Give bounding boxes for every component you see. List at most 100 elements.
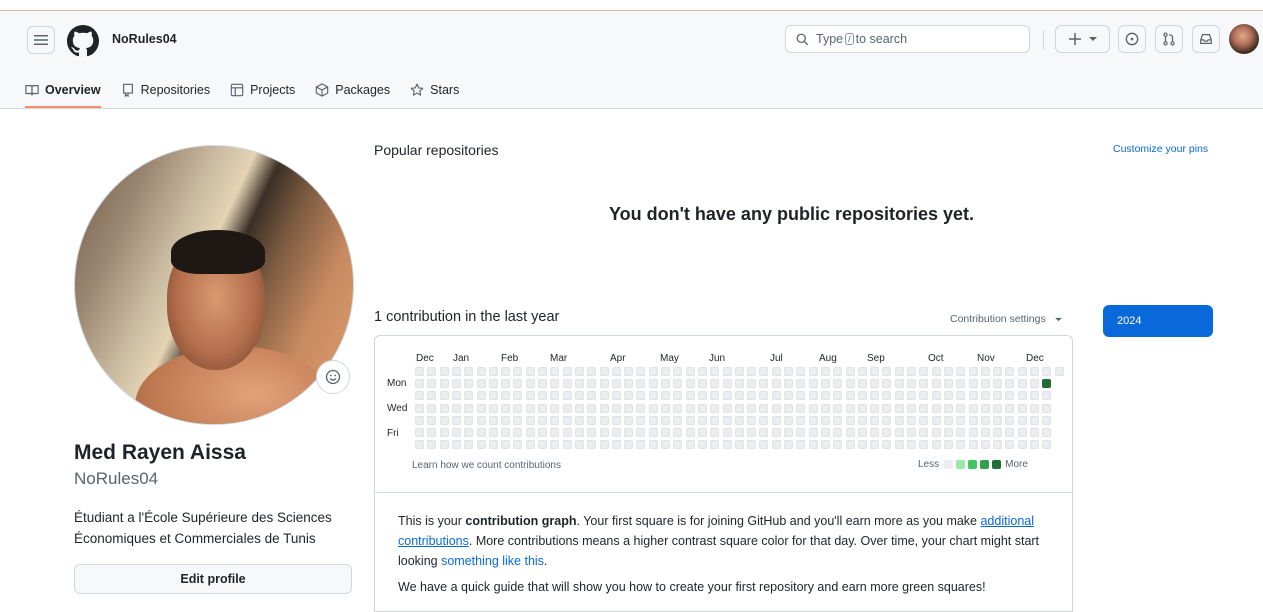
contribution-day-cell[interactable]	[1005, 428, 1015, 437]
contribution-day-cell[interactable]	[415, 403, 424, 413]
contribution-day-cell[interactable]	[710, 415, 720, 425]
contribution-day-cell[interactable]	[747, 391, 757, 401]
contribution-day-cell[interactable]	[857, 428, 867, 437]
contribution-day-cell[interactable]	[845, 403, 855, 413]
contribution-day-cell[interactable]	[980, 415, 990, 425]
contribution-day-cell[interactable]	[820, 379, 830, 389]
contribution-day-cell[interactable]	[931, 379, 941, 389]
tab-packages[interactable]: Packages	[315, 74, 390, 106]
contribution-day-cell[interactable]	[734, 379, 744, 389]
contribution-day-cell[interactable]	[697, 391, 707, 401]
contribution-day-cell[interactable]	[427, 391, 437, 401]
contribution-day-cell[interactable]	[464, 428, 474, 437]
contribution-day-cell[interactable]	[685, 440, 695, 450]
contribution-day-cell[interactable]	[870, 440, 880, 450]
contribution-day-cell[interactable]	[808, 415, 818, 425]
contribution-day-cell[interactable]	[624, 440, 634, 450]
contribution-day-cell[interactable]	[919, 379, 929, 389]
contribution-day-cell[interactable]	[882, 391, 892, 401]
contribution-day-cell[interactable]	[820, 415, 830, 425]
contribution-day-cell[interactable]	[734, 415, 744, 425]
contribution-day-cell[interactable]	[636, 415, 646, 425]
contribution-day-cell[interactable]	[587, 415, 597, 425]
contribution-day-cell[interactable]	[501, 403, 511, 413]
contribution-day-cell[interactable]	[451, 391, 461, 401]
contribution-day-cell[interactable]	[562, 379, 572, 389]
contribution-day-cell[interactable]	[993, 367, 1003, 376]
contribution-settings-button[interactable]: Contribution settings	[950, 313, 1062, 325]
contribution-day-cell[interactable]	[956, 379, 966, 389]
contribution-day-cell[interactable]	[427, 415, 437, 425]
contribution-day-cell[interactable]	[501, 379, 511, 389]
contribution-day-cell[interactable]	[501, 367, 511, 376]
contribution-day-cell[interactable]	[980, 379, 990, 389]
contribution-day-cell[interactable]	[624, 391, 634, 401]
contribution-day-cell[interactable]	[943, 379, 953, 389]
contribution-day-cell[interactable]	[587, 428, 597, 437]
contribution-day-cell[interactable]	[931, 391, 941, 401]
contribution-day-cell[interactable]	[550, 391, 560, 401]
contribution-day-cell[interactable]	[685, 391, 695, 401]
contribution-day-cell[interactable]	[439, 391, 449, 401]
contribution-day-cell[interactable]	[993, 428, 1003, 437]
contribution-day-cell[interactable]	[476, 440, 486, 450]
contribution-day-cell[interactable]	[1042, 367, 1052, 376]
contribution-day-cell[interactable]	[599, 367, 609, 376]
contribution-day-cell[interactable]	[1017, 367, 1027, 376]
contribution-day-cell[interactable]	[968, 379, 978, 389]
contribution-day-cell[interactable]	[845, 440, 855, 450]
contribution-day-cell[interactable]	[1005, 367, 1015, 376]
contribution-day-cell[interactable]	[857, 391, 867, 401]
contribution-day-cell[interactable]	[943, 440, 953, 450]
contribution-day-cell[interactable]	[427, 403, 437, 413]
something-like-this-link[interactable]: something like this	[441, 554, 544, 568]
contribution-day-cell[interactable]	[587, 379, 597, 389]
contribution-day-cell[interactable]	[734, 367, 744, 376]
contribution-day-cell[interactable]	[488, 367, 498, 376]
contribution-day-cell[interactable]	[673, 367, 683, 376]
contribution-day-cell[interactable]	[845, 367, 855, 376]
contribution-day-cell[interactable]	[464, 440, 474, 450]
contribution-day-cell[interactable]	[636, 379, 646, 389]
contribution-day-cell[interactable]	[870, 403, 880, 413]
contribution-day-cell[interactable]	[980, 403, 990, 413]
contribution-day-cell[interactable]	[1030, 367, 1039, 376]
contribution-day-cell[interactable]	[771, 367, 781, 376]
contribution-day-cell[interactable]	[870, 428, 880, 437]
contribution-day-cell[interactable]	[673, 403, 683, 413]
contribution-day-cell[interactable]	[722, 428, 732, 437]
contribution-day-cell[interactable]	[648, 391, 658, 401]
contribution-day-cell[interactable]	[968, 403, 978, 413]
contribution-day-cell[interactable]	[1042, 428, 1052, 437]
contribution-day-cell[interactable]	[464, 367, 474, 376]
contribution-day-cell[interactable]	[673, 428, 683, 437]
contribution-day-cell[interactable]	[993, 440, 1003, 450]
contribution-day-cell[interactable]	[759, 379, 769, 389]
contribution-day-cell[interactable]	[538, 428, 547, 437]
contribution-day-cell[interactable]	[907, 440, 916, 450]
create-new-button[interactable]	[1055, 25, 1110, 53]
contribution-day-cell[interactable]	[796, 415, 806, 425]
contribution-day-cell[interactable]	[956, 415, 966, 425]
contribution-day-cell[interactable]	[673, 440, 683, 450]
contribution-day-cell[interactable]	[550, 415, 560, 425]
contribution-day-cell[interactable]	[1030, 403, 1039, 413]
contribution-day-cell[interactable]	[673, 415, 683, 425]
contribution-day-cell[interactable]	[525, 415, 535, 425]
contribution-day-cell[interactable]	[464, 391, 474, 401]
contribution-day-cell[interactable]	[931, 428, 941, 437]
contribution-day-cell[interactable]	[882, 367, 892, 376]
contribution-day-cell[interactable]	[562, 391, 572, 401]
contribution-day-cell[interactable]	[648, 428, 658, 437]
contribution-day-cell[interactable]	[968, 428, 978, 437]
contribution-day-cell[interactable]	[894, 403, 904, 413]
contribution-day-cell[interactable]	[661, 367, 670, 376]
contribution-day-cell[interactable]	[931, 367, 941, 376]
contribution-day-cell[interactable]	[513, 415, 523, 425]
contribution-day-cell[interactable]	[833, 415, 843, 425]
contribution-day-cell[interactable]	[550, 379, 560, 389]
contribution-day-cell[interactable]	[513, 367, 523, 376]
contribution-day-cell[interactable]	[648, 403, 658, 413]
contribution-day-cell[interactable]	[636, 391, 646, 401]
contribution-day-cell[interactable]	[488, 428, 498, 437]
